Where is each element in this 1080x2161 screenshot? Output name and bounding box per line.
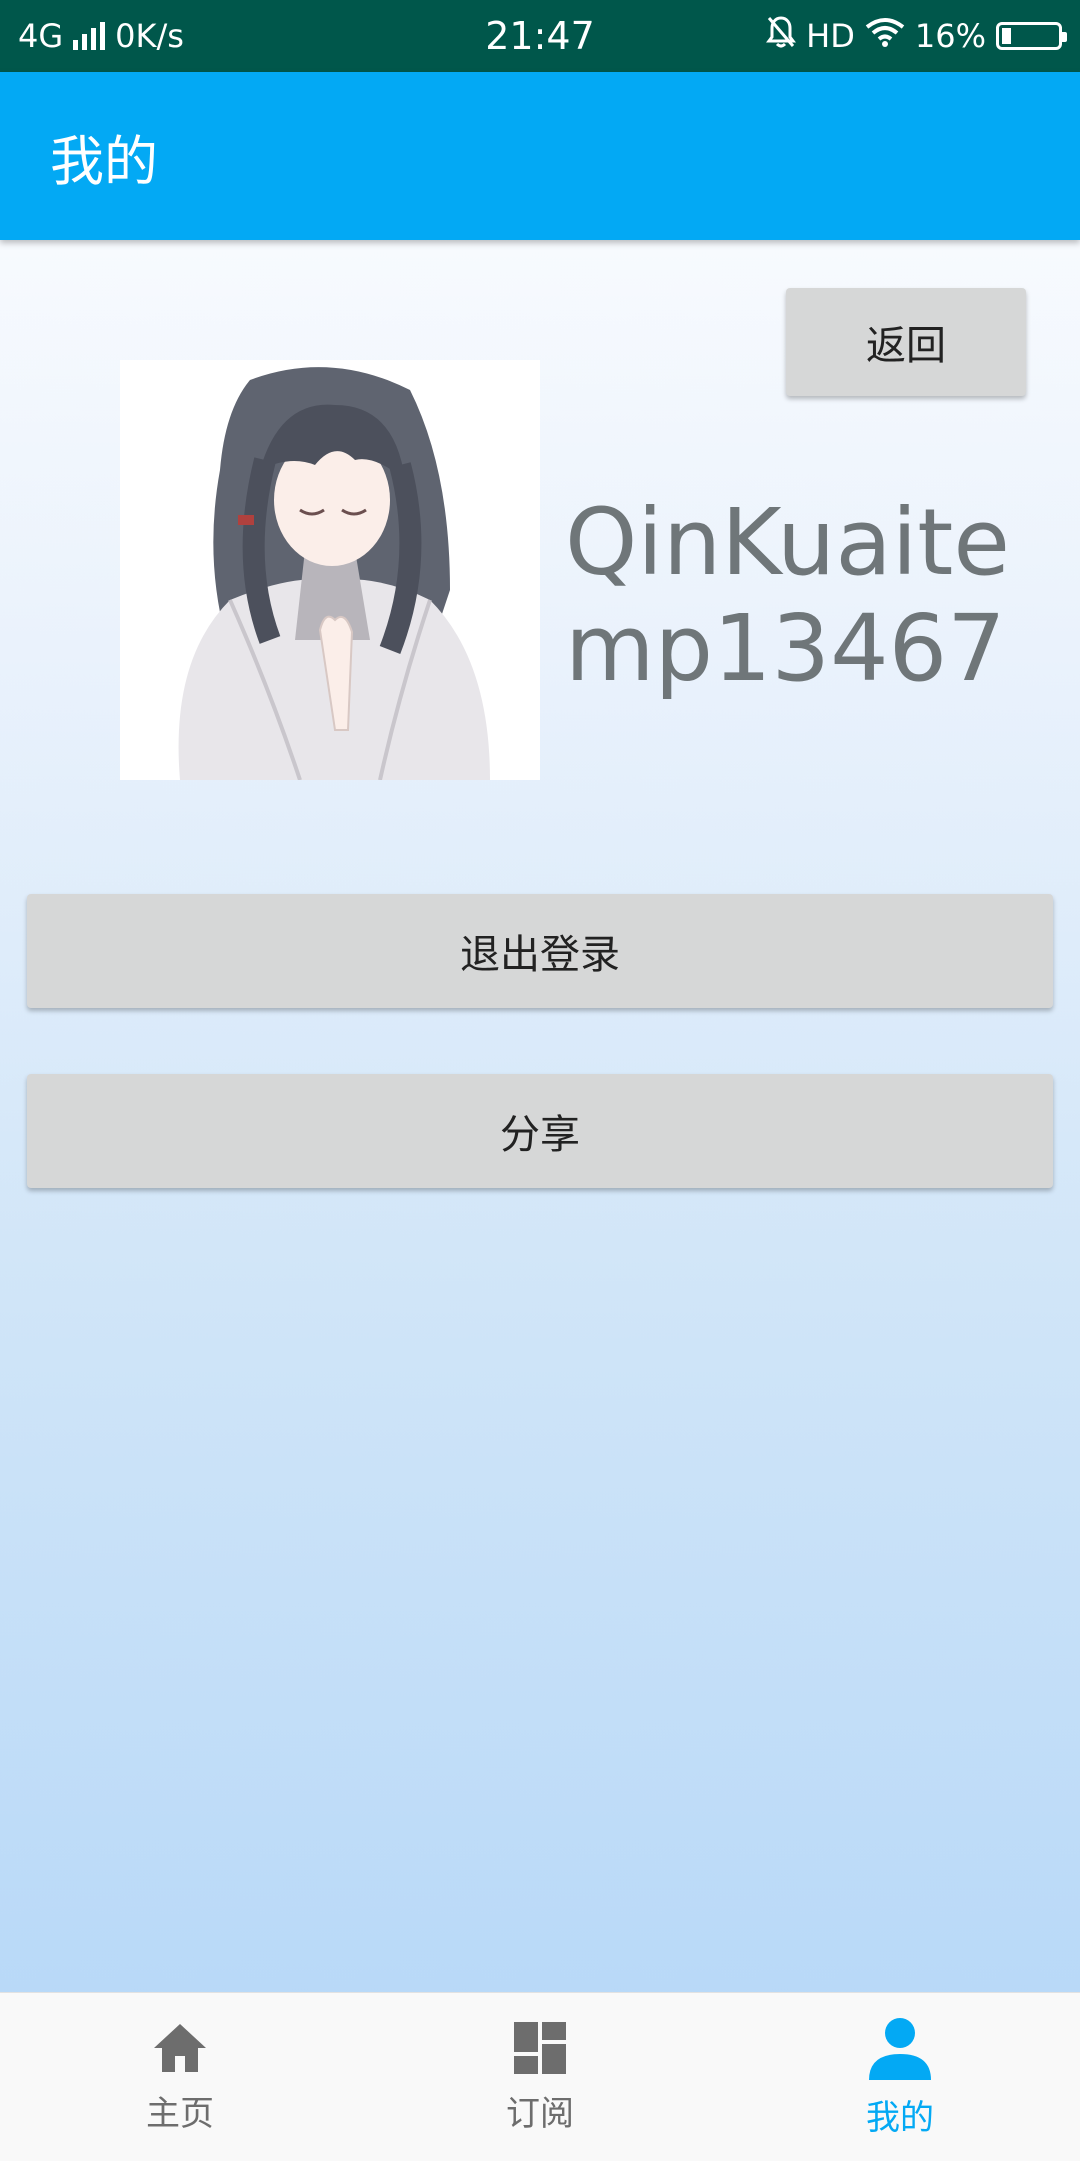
nav-item-home[interactable]: 主页: [0, 1993, 360, 2161]
battery-fill: [1002, 28, 1011, 44]
wifi-icon: [865, 17, 905, 55]
status-right: HD 16%: [702, 15, 1067, 57]
status-time: 21:47: [485, 14, 595, 58]
nav-label-mine: 我的: [866, 2097, 934, 2138]
logout-button[interactable]: 退出登录: [27, 894, 1053, 1008]
nav-item-subscribe[interactable]: 订阅: [360, 1993, 720, 2161]
nav-label-home: 主页: [146, 2093, 214, 2134]
avatar: [120, 360, 540, 780]
page-title: 我的: [50, 129, 158, 193]
battery-icon: [996, 22, 1067, 50]
nav-item-mine[interactable]: 我的: [720, 1993, 1080, 2161]
back-button[interactable]: 返回: [786, 288, 1026, 396]
person-icon: [867, 2016, 933, 2084]
share-button[interactable]: 分享: [27, 1074, 1053, 1188]
bell-off-icon: [766, 15, 797, 57]
nav-label-subscribe: 订阅: [506, 2093, 574, 2134]
dashboard-icon: [512, 2020, 568, 2080]
network-type: 4G: [18, 17, 64, 55]
home-icon: [150, 2020, 210, 2080]
battery-percent: 16%: [914, 17, 986, 55]
network-speed: 0K/s: [115, 17, 184, 55]
avatar-illustration: [120, 360, 540, 780]
bottom-nav: 主页 订阅 我的: [0, 1992, 1080, 2161]
status-left: 4G 0K/s: [18, 17, 378, 55]
username: QinKuaitemp13467: [565, 489, 1010, 702]
top-app-bar: 我的: [0, 72, 1080, 240]
hd-label: HD: [806, 17, 855, 55]
status-bar: 4G 0K/s 21:47 HD 16%: [0, 0, 1080, 72]
signal-icon: [73, 22, 106, 50]
